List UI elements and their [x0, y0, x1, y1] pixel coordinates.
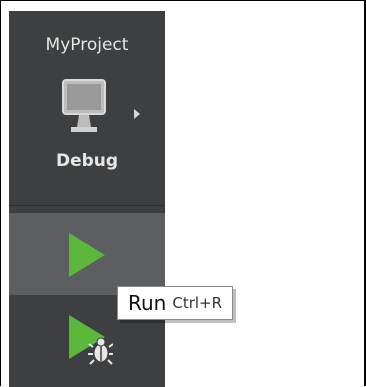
build-config-label[interactable]: Debug	[9, 151, 165, 171]
run-tooltip: Run Ctrl+R	[117, 286, 234, 320]
tooltip-title: Run	[128, 291, 167, 315]
play-bug-icon	[69, 315, 113, 365]
mode-sidebar: MyProject Debug	[9, 11, 165, 387]
play-icon	[69, 233, 105, 277]
monitor-icon[interactable]	[62, 79, 106, 139]
project-name-label[interactable]: MyProject	[9, 35, 165, 55]
run-button[interactable]	[9, 213, 165, 295]
tooltip-shortcut: Ctrl+R	[172, 294, 223, 312]
sidebar-divider	[9, 205, 165, 206]
chevron-right-icon[interactable]	[133, 108, 141, 120]
application-window: MyProject Debug Run Ctrl+R	[0, 0, 366, 387]
